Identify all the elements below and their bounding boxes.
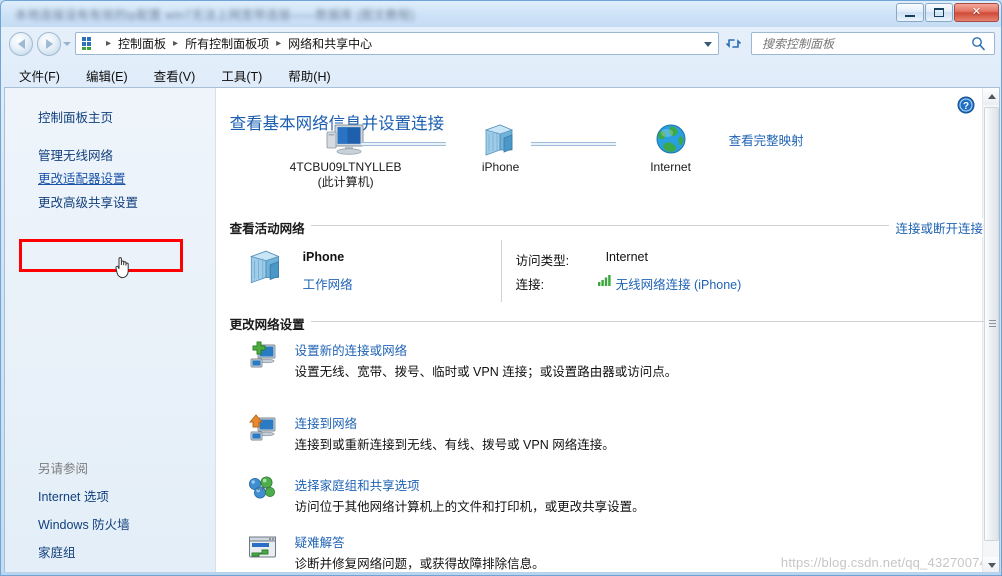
maximize-icon (934, 8, 944, 17)
task-title[interactable]: 设置新的连接或网络 (295, 340, 408, 359)
window-title: 本地连接没有有效的ip配置 win7无法上网宽带连接——数据库 (图文教程) (15, 8, 415, 22)
scrollbar-grip-icon (989, 320, 996, 328)
breadcrumb-item-network-sharing-center[interactable]: 网络和共享中心 (288, 35, 372, 52)
sidebar-item-change-adapter-settings[interactable]: 更改适配器设置 (38, 168, 126, 187)
menu-item-file[interactable]: 文件(F) (17, 65, 62, 86)
task-description: 设置无线、宽带、拨号、临时或 VPN 连接；或设置路由器或访问点。 (294, 365, 678, 379)
sidebar-item-control-panel-home[interactable]: 控制面板主页 (38, 107, 113, 126)
maximize-button[interactable] (925, 3, 953, 22)
map-node-internet[interactable]: Internet (611, 122, 731, 175)
network-device-icon (249, 250, 280, 284)
troubleshoot-icon (247, 532, 279, 564)
window-bottom-edge (1, 572, 1001, 575)
sidebar-item-homegroup[interactable]: 家庭组 (38, 542, 76, 561)
address-bar: ▸ 控制面板 ▸ 所有控制面板项 ▸ 网络和共享中心 (1, 29, 1001, 59)
task-description: 连接到或重新连接到无线、有线、拨号或 VPN 网络连接。 (294, 438, 615, 452)
wireless-connection-link[interactable]: 无线网络连接 (iPhone) (616, 274, 742, 293)
sidebar-item-manage-wireless-networks[interactable]: 管理无线网络 (38, 145, 113, 164)
map-node-iphone[interactable]: iPhone (441, 122, 561, 175)
scroll-up-icon (987, 94, 996, 99)
back-arrow-icon (17, 39, 25, 49)
sidebar-item-windows-firewall[interactable]: Windows 防火墙 (38, 514, 130, 533)
back-button[interactable] (9, 32, 33, 56)
refresh-button[interactable] (723, 33, 745, 54)
homegroup-icon (247, 475, 279, 507)
window-controls: ✕ (895, 3, 999, 23)
mouse-cursor-icon (113, 254, 133, 279)
control-panel-icon (80, 36, 96, 52)
map-node-label: 4TCBU09LTNYLLEB (289, 160, 402, 174)
menu-item-edit[interactable]: 编辑(E) (84, 65, 130, 86)
breadcrumb-separator: ▸ (173, 38, 179, 49)
new-connection-icon (247, 340, 279, 372)
map-node-label: Internet (650, 160, 691, 174)
highlight-annotation-box (19, 239, 183, 272)
title-bar[interactable]: 本地连接没有有效的ip配置 win7无法上网宽带连接——数据库 (图文教程) ✕ (1, 1, 1001, 27)
section-divider (229, 225, 985, 226)
breadcrumb-separator: ▸ (276, 38, 282, 49)
sidebar: 控制面板主页 管理无线网络 更改适配器设置 更改高级共享设置 另请参阅 Inte… (5, 88, 216, 574)
explorer-window: 本地连接没有有效的ip配置 win7无法上网宽带连接——数据库 (图文教程) ✕ (0, 0, 1002, 576)
close-button[interactable]: ✕ (954, 3, 999, 22)
network-device-icon (484, 124, 513, 156)
active-network-icon (245, 248, 289, 291)
view-full-map-link[interactable]: 查看完整映射 (729, 130, 804, 149)
vertical-divider (500, 240, 502, 302)
search-box[interactable] (751, 32, 995, 55)
see-also-heading: 另请参阅 (38, 462, 89, 476)
recent-pages-dropdown-icon[interactable] (63, 42, 71, 46)
svg-text:?: ? (963, 101, 969, 112)
breadcrumb-separator: ▸ (106, 38, 112, 49)
chevron-down-icon[interactable] (704, 42, 712, 47)
task-title[interactable]: 连接到网络 (295, 413, 358, 432)
menu-item-tools[interactable]: 工具(T) (219, 65, 264, 86)
active-network-name: iPhone (302, 250, 345, 264)
menu-bar: 文件(F) 编辑(E) 查看(V) 工具(T) 帮助(H) (1, 63, 1001, 87)
main-content: 查看基本网络信息并设置连接 ? 4TCBU09LTNYLLEB (此计算机) i… (215, 88, 999, 574)
client-area: 控制面板主页 管理无线网络 更改适配器设置 更改高级共享设置 另请参阅 Inte… (4, 87, 1000, 574)
help-button[interactable]: ? (957, 96, 975, 114)
menu-item-help[interactable]: 帮助(H) (286, 65, 332, 86)
access-type-label: 访问类型: (515, 254, 570, 268)
sidebar-item-change-advanced-sharing-settings[interactable]: 更改高级共享设置 (38, 192, 138, 211)
section-divider (229, 321, 985, 322)
forward-button[interactable] (37, 32, 61, 56)
minimize-icon (905, 14, 915, 17)
scrollbar-thumb[interactable] (984, 107, 999, 541)
vertical-scrollbar[interactable] (982, 88, 999, 574)
breadcrumb-bar[interactable]: ▸ 控制面板 ▸ 所有控制面板项 ▸ 网络和共享中心 (75, 32, 719, 55)
map-node-sublabel: (此计算机) (317, 175, 374, 189)
search-input[interactable] (760, 35, 970, 52)
breadcrumb-item-all-items[interactable]: 所有控制面板项 (185, 35, 269, 52)
refresh-icon (726, 38, 741, 48)
wifi-signal-icon (597, 273, 613, 289)
access-type-value: Internet (605, 250, 648, 264)
task-description: 访问位于其他网络计算机上的文件和打印机，或更改共享设置。 (294, 500, 645, 514)
scroll-down-icon (987, 563, 996, 568)
connect-to-network-icon (247, 413, 279, 445)
map-connector-line (530, 142, 616, 146)
computer-icon (326, 124, 364, 155)
scroll-up-button[interactable] (983, 88, 999, 105)
connect-or-disconnect-link[interactable]: 连接或断开连接 (889, 218, 983, 237)
breadcrumb-item-control-panel[interactable]: 控制面板 (118, 35, 166, 52)
menu-item-view[interactable]: 查看(V) (152, 65, 198, 86)
help-question-icon: ? (957, 96, 975, 114)
task-title[interactable]: 选择家庭组和共享选项 (295, 475, 420, 494)
sidebar-item-internet-options[interactable]: Internet 选项 (38, 486, 109, 505)
connections-label: 连接: (515, 278, 545, 292)
task-title[interactable]: 疑难解答 (295, 532, 345, 551)
minimize-button[interactable] (896, 3, 924, 22)
forward-arrow-icon (45, 39, 53, 49)
change-settings-heading: 更改网络设置 (229, 314, 311, 333)
globe-icon (656, 124, 686, 154)
watermark-text: https://blog.csdn.net/qq_43270074 (780, 555, 987, 570)
active-network-type-link[interactable]: 工作网络 (303, 274, 353, 293)
search-icon[interactable] (971, 36, 986, 51)
map-node-computer[interactable]: 4TCBU09LTNYLLEB (此计算机) (276, 122, 416, 190)
active-networks-heading: 查看活动网络 (229, 218, 311, 237)
map-connector-line (360, 142, 446, 146)
task-description: 诊断并修复网络问题，或获得故障排除信息。 (294, 557, 545, 571)
map-node-label: iPhone (481, 160, 520, 174)
